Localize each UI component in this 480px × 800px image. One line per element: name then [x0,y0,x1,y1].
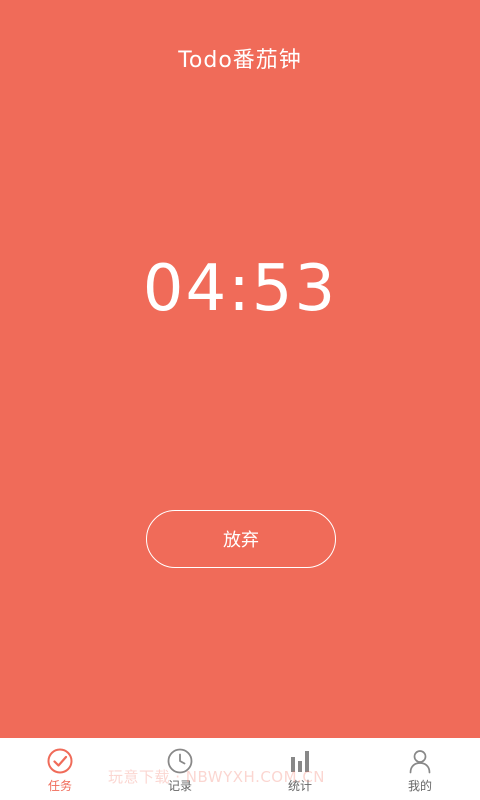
tab-records[interactable]: 记录 [120,738,240,800]
tab-tasks[interactable]: 任务 [0,738,120,800]
bar-chart-icon [291,751,309,772]
tab-profile[interactable]: 我的 [360,738,480,800]
pomodoro-screen: Todo番茄钟 04:53 放弃 任务 记录 统计 我的 玩意下载 · NBWY… [0,0,480,800]
user-icon [409,750,431,774]
tab-records-label: 记录 [167,779,192,793]
clock-icon [167,748,193,774]
countdown-timer: 04:53 [142,252,338,326]
check-circle-icon [47,748,73,774]
give-up-button[interactable]: 放弃 [146,510,336,568]
bottom-tab-bar: 任务 记录 统计 我的 [0,738,480,800]
tab-tasks-label: 任务 [47,779,72,793]
tab-profile-label: 我的 [407,779,432,793]
tab-stats[interactable]: 统计 [240,738,360,800]
page-title: Todo番茄钟 [178,48,302,73]
tab-stats-label: 统计 [287,779,312,793]
